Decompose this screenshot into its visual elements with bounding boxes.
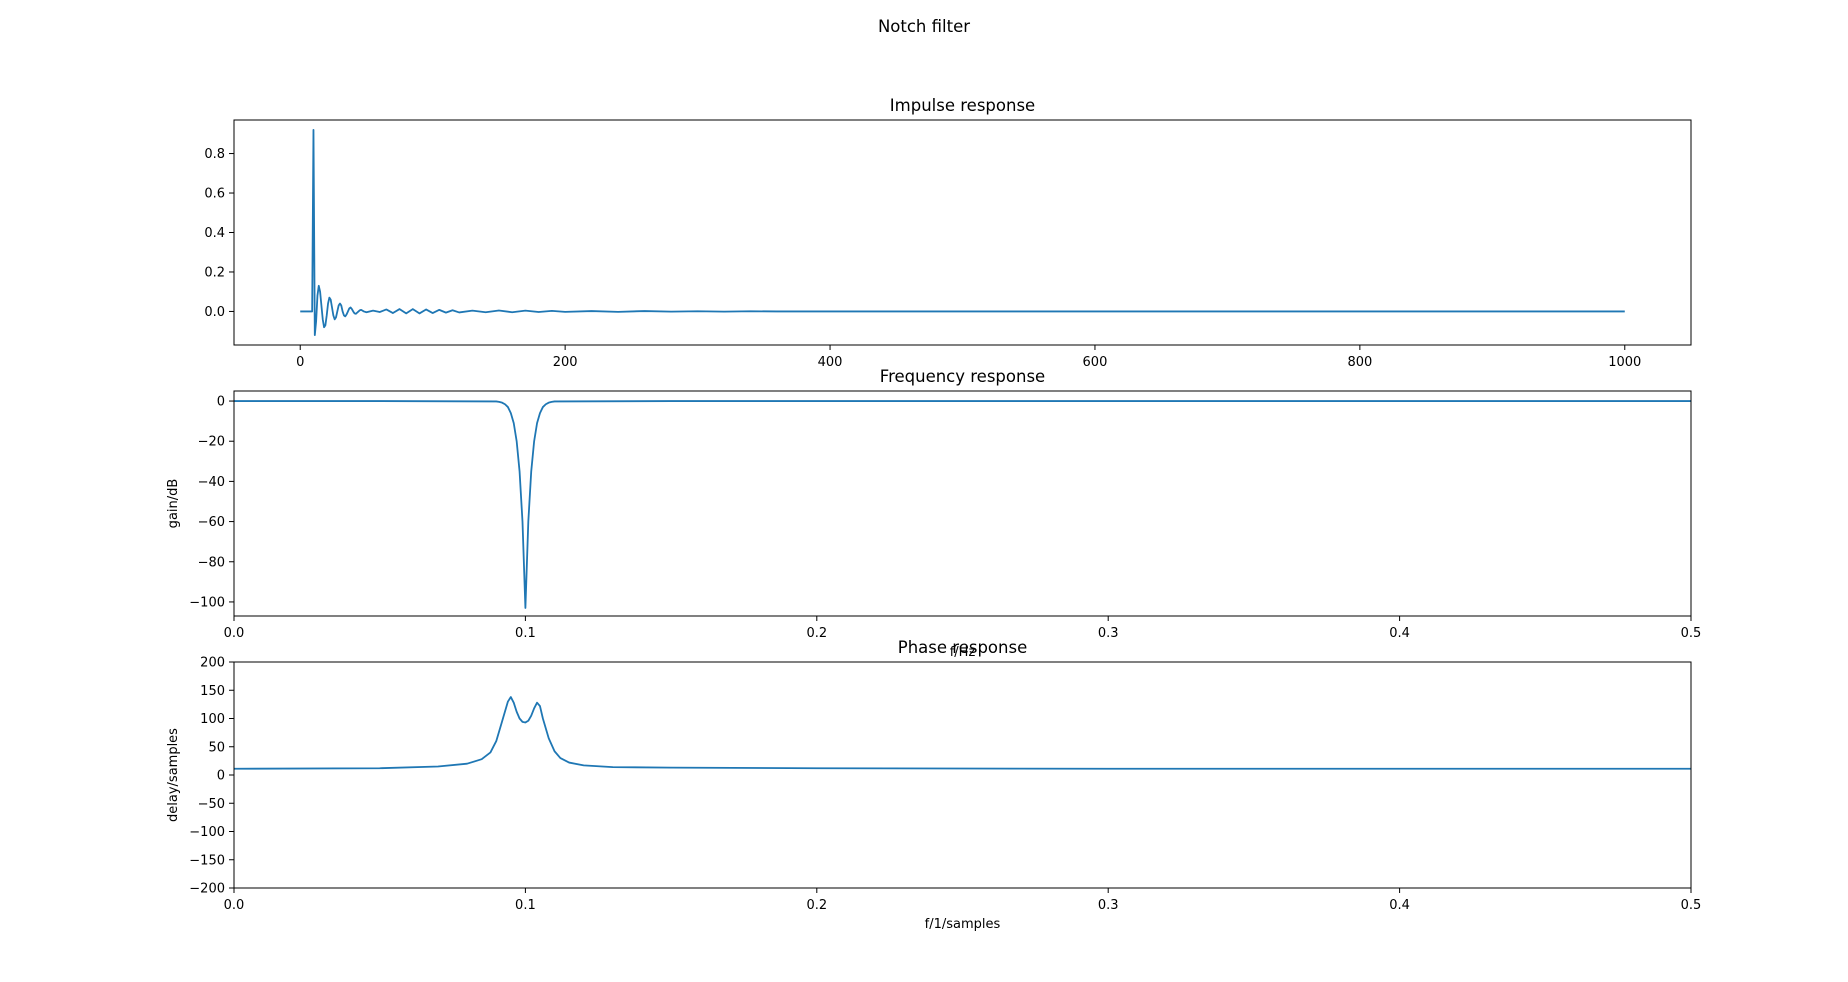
subplot-3-x-tick-label: 0.5 (1681, 898, 1702, 913)
subplot-1-x-tick-label: 400 (818, 355, 843, 370)
subplot-2-x-tick-label: 0.4 (1389, 626, 1410, 641)
subplot-1-y-tick-label: 0.8 (204, 147, 225, 162)
subplot-3-y-tick-label: −150 (189, 853, 225, 868)
subplot-3-y-tick-label: −50 (198, 797, 225, 812)
subplot-2-x-tick-label: 0.5 (1681, 626, 1702, 641)
subplot-1-y-tick-label: 0.2 (204, 265, 225, 280)
subplot-2-title: Frequency response (880, 367, 1045, 386)
subplot-2-y-tick-label: −40 (198, 475, 225, 490)
subplot-3-x-tick-label: 0.0 (224, 898, 245, 913)
figure-background (0, 0, 1848, 982)
subplot-2-x-tick-label: 0.1 (515, 626, 536, 641)
subplot-3-x-tick-label: 0.4 (1389, 898, 1410, 913)
subplot-1-y-tick-label: 0.4 (204, 226, 225, 241)
subplot-3-title: Phase response (898, 638, 1027, 657)
subplot-2-y-tick-label: −20 (198, 435, 225, 450)
subplot-2-x-tick-label: 0.2 (806, 626, 827, 641)
subplot-1-x-tick-label: 200 (553, 355, 578, 370)
subplot-1-x-tick-label: 1000 (1608, 355, 1641, 370)
subplot-1-title: Impulse response (890, 96, 1035, 115)
subplot-3-y-tick-label: −100 (189, 825, 225, 840)
subplot-2-y-tick-label: −80 (198, 555, 225, 570)
subplot-1-y-tick-label: 0.6 (204, 187, 225, 202)
figure-canvas: Notch filter 0 200 400 600 800 10000.00.20.40… (0, 0, 1848, 982)
subplot-2-y-tick-label: −100 (189, 595, 225, 610)
subplot-1-x-tick-label: 0 (296, 355, 304, 370)
subplot-2-y-axis-label: gain/dB (166, 479, 181, 529)
subplot-3-y-tick-label: 0 (217, 769, 225, 784)
subplot-1-x-tick-label: 600 (1083, 355, 1108, 370)
subplot-2-x-tick-label: 0.3 (1098, 626, 1119, 641)
subplot-1-y-tick-label: 0.0 (204, 305, 225, 320)
subplot-3-x-tick-label: 0.3 (1098, 898, 1119, 913)
subplot-3-y-axis-label: delay/samples (166, 728, 181, 822)
subplot-2-y-tick-label: −60 (198, 515, 225, 530)
subplot-1-x-tick-label: 800 (1347, 355, 1372, 370)
subplot-3-y-tick-label: 200 (200, 656, 225, 671)
figure-title: Notch filter (878, 17, 970, 36)
subplot-3-x-tick-label: 0.1 (515, 898, 536, 913)
subplot-3-y-tick-label: 50 (208, 740, 225, 755)
subplot-3-y-tick-label: 150 (200, 684, 225, 699)
subplot-3-x-tick-label: 0.2 (806, 898, 827, 913)
subplot-3-y-tick-label: 100 (200, 712, 225, 727)
subplot-3-y-tick-label: −200 (189, 882, 225, 897)
subplot-3-x-axis-label: f/1/samples (925, 917, 1001, 932)
subplot-2-x-tick-label: 0.0 (224, 626, 245, 641)
subplot-2-y-tick-label: 0 (217, 395, 225, 410)
